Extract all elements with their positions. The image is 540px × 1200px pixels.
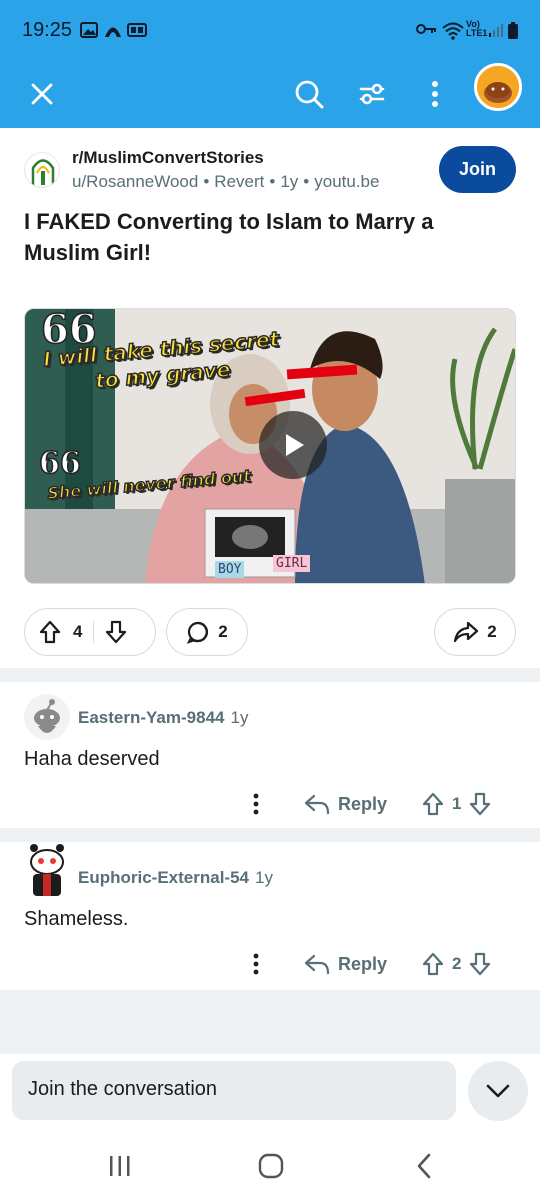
system-navigation-bar [0,1132,540,1200]
reply-label: Reply [338,793,388,814]
comment-body: Haha deserved [24,748,160,770]
signal-icon [489,24,503,37]
close-button[interactable] [14,66,70,122]
comments-button[interactable]: 2 [166,608,248,656]
filter-icon [359,83,385,105]
share-button[interactable]: 2 [434,608,516,656]
subreddit-avatar[interactable] [24,152,60,188]
chevron-down-icon [486,1084,510,1098]
comment-body: Shameless. [24,908,129,930]
comment-author[interactable]: Euphoric-External-54 [78,868,249,887]
quote-mark: 66 [40,308,97,353]
comment-more-button[interactable] [246,790,266,818]
reply-label: Reply [338,953,388,974]
post-age: 1y [280,172,299,191]
downvote-icon[interactable] [469,952,491,976]
meta-separator: • [303,172,310,191]
snoo-avatar-icon [24,842,70,898]
downvote-icon [105,620,127,644]
gallery-icon [80,22,98,38]
comment-composer: Join the conversation [0,1054,540,1132]
app-notification-icon [105,27,121,37]
comment-author-line: Eastern-Yam-9844 1y [78,708,248,728]
network-label: Vo) LTE1 [466,19,488,38]
back-icon [417,1153,431,1179]
post-domain[interactable]: youtu.be [314,172,379,191]
comment-vote-control: 1 [422,790,491,818]
post-vote-control: 4 [24,608,156,656]
share-count: 2 [487,622,497,641]
commenter-avatar[interactable] [24,694,70,740]
join-conversation-input[interactable]: Join the conversation [12,1061,456,1120]
more-options-button[interactable] [407,66,463,122]
downvote-button[interactable] [94,609,138,655]
status-time: 19:25 [22,19,73,41]
collapse-button[interactable] [468,1061,528,1121]
comment-more-button[interactable] [246,950,266,978]
comment-author-line: Euphoric-External-54 1y [78,868,273,888]
section-divider [0,668,540,682]
recent-apps-button[interactable] [90,1148,150,1184]
close-icon [31,83,53,105]
meta-separator: • [269,172,276,191]
boy-label: BOY [215,561,245,578]
upvote-icon[interactable] [422,792,444,816]
author-flair: Revert [214,172,265,191]
default-snoo-icon [24,694,70,740]
video-thumbnail[interactable]: 66 I will take this secret to my grave 6… [24,308,516,584]
app-toolbar [0,60,540,128]
comment-age: 1y [230,708,249,727]
battery-icon [508,22,518,39]
downvote-icon[interactable] [469,792,491,816]
post-title: I FAKED Converting to Islam to Marry a M… [24,209,434,265]
comment-icon [187,621,209,644]
upvote-icon [39,620,61,644]
comment-age: 1y [255,868,273,887]
more-icon [432,81,438,107]
comment: Euphoric-External-54 1y Shameless. Reply … [0,842,540,990]
play-icon [286,434,304,456]
post-author[interactable]: u/RosanneWood [72,172,198,191]
post-meta: u/RosanneWood • Revert • 1y • youtu.be [72,172,379,192]
snoo-avatar-icon [477,66,519,108]
carrier-app-icon [127,23,147,37]
recent-apps-icon [110,1156,130,1176]
girl-label: GIRL [273,555,311,572]
key-icon [416,24,436,34]
join-button[interactable]: Join [439,146,516,193]
comment-reply-button[interactable]: Reply [304,790,387,818]
home-button[interactable] [241,1148,301,1184]
subreddit-name[interactable]: r/MuslimConvertStories [72,148,264,168]
play-button[interactable] [259,411,327,479]
meta-separator: • [203,172,210,191]
commenter-avatar[interactable] [24,842,70,898]
more-vertical-icon [253,953,259,975]
section-divider [0,828,540,842]
feed-end-area [0,990,540,1054]
comment-author[interactable]: Eastern-Yam-9844 [78,708,224,727]
post-vote-count: 4 [73,622,83,641]
search-icon [295,80,324,109]
comment-count: 2 [218,622,228,641]
upvote-icon[interactable] [422,952,444,976]
reply-icon [304,794,330,815]
upvote-button[interactable] [25,609,65,655]
quote-mark: 66 [38,446,81,481]
filter-button[interactable] [344,66,400,122]
comment-vote-control: 2 [422,950,491,978]
back-button[interactable] [394,1148,454,1184]
wifi-icon [442,22,464,40]
status-bar: 19:25 Vo) LTE1 [0,0,540,60]
more-vertical-icon [253,793,259,815]
mosque-icon [31,159,55,185]
home-icon [258,1153,284,1179]
comment-vote-count: 2 [452,954,462,973]
comment: Eastern-Yam-9844 1y Haha deserved Reply 1 [0,682,540,828]
comment-reply-button[interactable]: Reply [304,950,387,978]
share-icon [454,621,479,643]
reply-icon [304,954,330,975]
search-button[interactable] [281,66,337,122]
user-avatar[interactable] [474,63,522,111]
comment-vote-count: 1 [452,794,462,813]
